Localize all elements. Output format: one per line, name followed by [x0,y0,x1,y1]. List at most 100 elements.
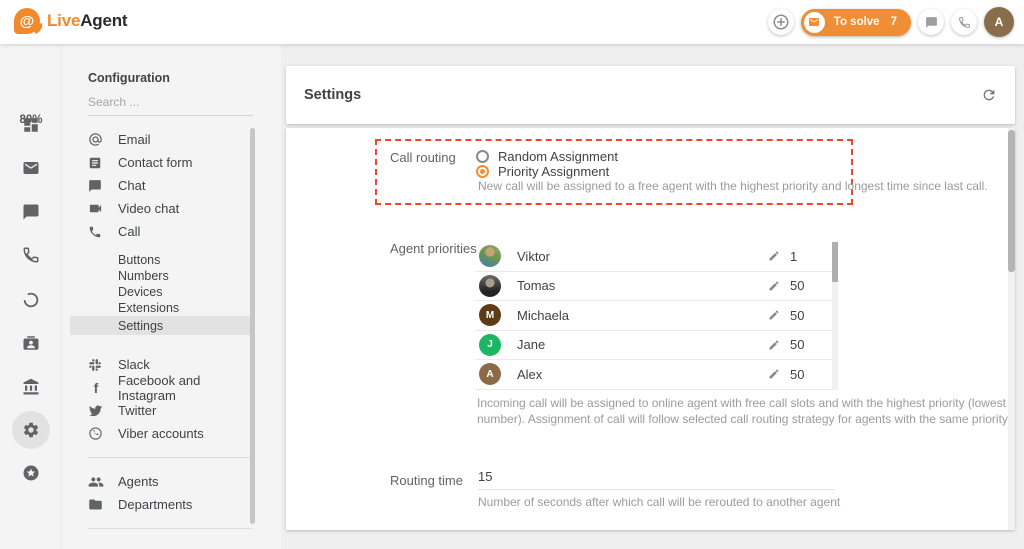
agent-row: Tomas 50 [475,272,838,302]
envelope-icon [804,12,825,33]
priority-value: 50 [790,308,812,323]
sidebar-subitem-buttons[interactable]: Buttons [70,252,253,268]
sidebar-search [88,91,253,116]
logo-text: LiveAgent [47,11,127,31]
settings-header-card: Settings [286,66,1015,124]
liveagent-logo[interactable]: @ LiveAgent [14,8,127,34]
phone-icon [22,246,40,264]
rail-item-company[interactable] [12,368,50,406]
avatar: M [479,304,501,326]
video-chat-icon [88,201,104,216]
customers-icon [22,334,40,352]
sidebar-subitem-numbers[interactable]: Numbers [70,268,253,284]
sidebar-subitem-extensions[interactable]: Extensions [70,300,253,316]
radio-unselected-icon [476,150,489,163]
avatar [479,245,501,267]
avatar [479,275,501,297]
user-avatar[interactable]: A [984,7,1014,37]
add-icon [772,13,790,31]
radio-selected-icon [476,165,489,178]
sidebar-subitem-settings[interactable]: Settings [70,316,253,335]
rail-item-configuration[interactable] [12,411,50,449]
gear-icon [22,421,40,439]
sidebar-scrollbar-thumb[interactable] [250,128,255,524]
avatar: J [479,334,501,356]
agent-list-scrollbar-thumb[interactable] [832,242,838,282]
rail-item-tickets[interactable] [12,149,50,187]
icon-rail: 80% [0,44,62,549]
main-scrollbar-thumb[interactable] [1008,130,1015,272]
priority-value: 1 [790,249,812,264]
mail-icon [22,159,40,177]
priority-value: 50 [790,278,812,293]
edit-icon[interactable] [768,339,780,351]
sidebar-item-viber-accounts[interactable]: Viber accounts [70,422,253,445]
logo-bubble-icon: @ [14,8,40,34]
sidebar-nav: Email Contact form Chat Video chat Call … [70,128,253,541]
agent-row: Viktor 1 [475,242,838,272]
radio-random-assignment[interactable]: Random Assignment [476,149,618,164]
edit-icon[interactable] [768,309,780,321]
topbar-actions: To solve 7 A [768,0,1014,44]
main-panel: Settings Call routing Random Assignment … [281,44,1024,549]
agent-row: J Jane 50 [475,331,838,361]
sidebar-subitem-devices[interactable]: Devices [70,284,253,300]
chats-button[interactable] [918,9,944,35]
edit-icon[interactable] [768,280,780,292]
rail-item-reports[interactable] [12,281,50,319]
agents-icon [88,474,104,490]
search-input[interactable] [88,91,253,116]
to-solve-label: To solve [834,16,880,28]
sidebar-item-chat[interactable]: Chat [70,174,253,197]
refresh-button[interactable] [981,87,997,103]
rail-item-upgrade[interactable] [12,454,50,492]
main-scrollbar[interactable] [1008,128,1015,530]
edit-icon[interactable] [768,368,780,380]
folder-icon [88,497,104,512]
sidebar-divider [88,528,253,529]
rail-item-dashboard[interactable] [12,106,50,144]
rail-item-calls[interactable] [12,236,50,274]
call-routing-description: New call will be assigned to a free agen… [478,179,1018,195]
routing-time-description: Number of seconds after which call will … [478,495,1018,511]
avatar: A [479,363,501,385]
agent-row: M Michaela 50 [475,301,838,331]
routing-time-input[interactable] [478,467,835,490]
bank-icon [22,378,40,396]
sidebar-item-contact-form[interactable]: Contact form [70,151,253,174]
edit-icon[interactable] [768,250,780,262]
chat-bubble-icon [88,179,104,193]
configuration-sidebar: Configuration Email Contact form Chat Vi… [62,44,281,549]
sidebar-item-email[interactable]: Email [70,128,253,151]
star-icon [22,464,40,482]
sidebar-divider [88,457,253,458]
agent-priorities-list: Viktor 1 Tomas 50 M Michaela 50 [475,242,838,390]
sidebar-item-departments[interactable]: Departments [70,493,253,516]
sidebar-item-facebook-instagram[interactable]: f Facebook and Instagram [70,376,253,399]
rail-item-customers[interactable] [12,324,50,362]
agent-name: Alex [517,367,768,382]
priority-value: 50 [790,337,812,352]
agent-name: Michaela [517,308,768,323]
call-routing-label: Call routing [390,150,456,165]
slack-icon [88,358,104,372]
agent-priorities-description: Incoming call will be assigned to online… [477,396,1022,427]
topbar: @ LiveAgent To solve 7 A [0,0,1024,44]
sidebar-title: Configuration [88,71,170,85]
facebook-icon: f [88,380,104,396]
dashboard-icon [22,116,40,134]
settings-content-card: Call routing Random Assignment Priority … [286,128,1015,530]
to-solve-button[interactable]: To solve 7 [801,9,911,36]
calls-button[interactable] [951,9,977,35]
gauge-icon [22,291,40,309]
sidebar-item-agents[interactable]: Agents [70,470,253,493]
sidebar-item-video-chat[interactable]: Video chat [70,197,253,220]
add-button[interactable] [768,9,794,35]
rail-item-chats[interactable] [12,193,50,231]
form-icon [88,156,104,170]
radio-priority-assignment[interactable]: Priority Assignment [476,164,609,179]
chat-icon [925,16,938,29]
agent-list-scrollbar[interactable] [832,242,838,390]
sidebar-item-call[interactable]: Call [70,220,253,243]
agent-name: Viktor [517,249,768,264]
